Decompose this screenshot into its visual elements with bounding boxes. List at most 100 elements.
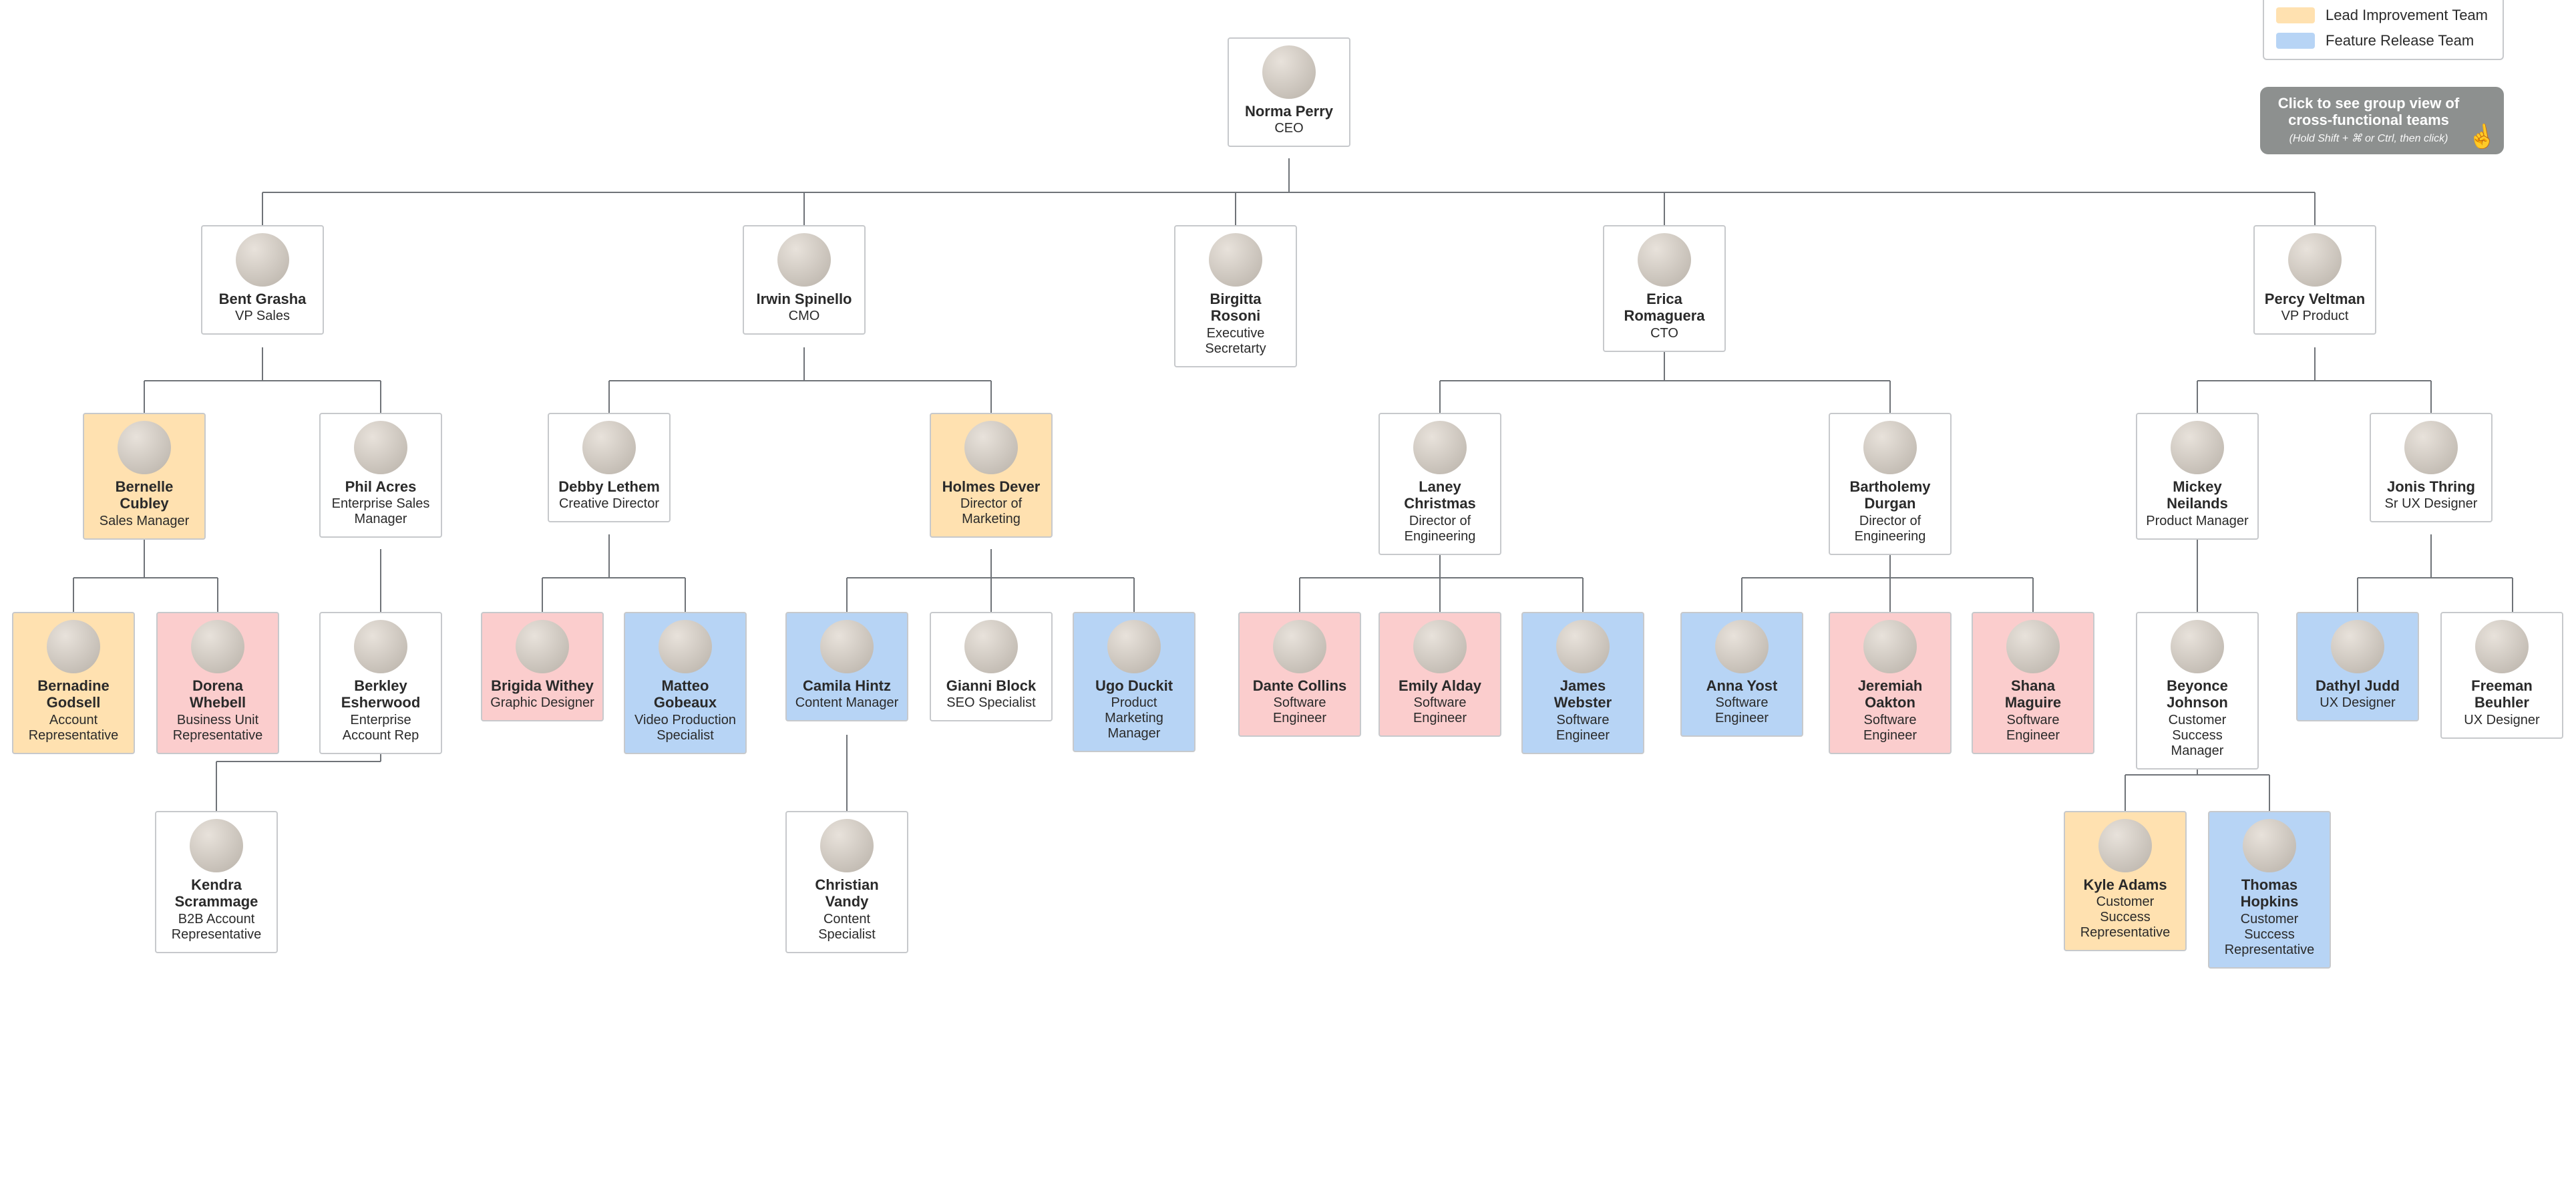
node-ux-dathyl[interactable]: Dathyl Judd UX Designer bbox=[2296, 612, 2419, 721]
avatar bbox=[354, 421, 407, 474]
node-content-manager[interactable]: Camila Hintz Content Manager bbox=[785, 612, 908, 721]
node-csr-thomas[interactable]: Thomas Hopkins Customer Success Represen… bbox=[2208, 811, 2331, 969]
person-title: Director of Engineering bbox=[1388, 514, 1492, 544]
group-view-button[interactable]: Click to see group view of cross-functio… bbox=[2260, 87, 2504, 154]
node-graphic-designer[interactable]: Brigida Withey Graphic Designer bbox=[481, 612, 604, 721]
legend: Lead Improvement Team Feature Release Te… bbox=[2263, 0, 2504, 60]
person-name: Mickey Neilands bbox=[2145, 478, 2249, 512]
person-title: Graphic Designer bbox=[490, 695, 594, 711]
node-swe-emily[interactable]: Emily Alday Software Engineer bbox=[1378, 612, 1501, 737]
avatar bbox=[1863, 421, 1917, 474]
person-title: Enterprise Account Rep bbox=[329, 713, 433, 743]
person-name: Percy Veltman bbox=[2265, 291, 2365, 307]
person-name: Matteo Gobeaux bbox=[633, 677, 737, 711]
avatar bbox=[2098, 819, 2152, 872]
node-content-specialist[interactable]: Christian Vandy Content Specialist bbox=[785, 811, 908, 953]
person-title: Executive Secretarty bbox=[1183, 326, 1288, 357]
avatar bbox=[582, 421, 636, 474]
node-vp-sales[interactable]: Bent Grasha VP Sales bbox=[201, 225, 324, 335]
avatar bbox=[820, 819, 874, 872]
node-swe-james[interactable]: James Webster Software Engineer bbox=[1521, 612, 1644, 754]
person-name: Shana Maguire bbox=[1981, 677, 2085, 711]
legend-label-feature: Feature Release Team bbox=[2326, 32, 2474, 49]
node-swe-dante[interactable]: Dante Collins Software Engineer bbox=[1238, 612, 1361, 737]
avatar bbox=[964, 421, 1018, 474]
avatar bbox=[354, 620, 407, 673]
node-exec-secretary[interactable]: Birgitta Rosoni Executive Secretarty bbox=[1174, 225, 1297, 367]
person-title: Product Marketing Manager bbox=[1082, 695, 1186, 741]
node-video-production[interactable]: Matteo Gobeaux Video Production Speciali… bbox=[624, 612, 747, 754]
node-director-engineering-1[interactable]: Laney Christmas Director of Engineering bbox=[1378, 413, 1501, 555]
avatar bbox=[2243, 819, 2296, 872]
person-name: Norma Perry bbox=[1245, 103, 1333, 120]
person-title: SEO Specialist bbox=[946, 695, 1035, 711]
avatar bbox=[777, 233, 831, 287]
node-director-marketing[interactable]: Holmes Dever Director of Marketing bbox=[930, 413, 1053, 538]
avatar bbox=[190, 819, 243, 872]
person-name: Berkley Esherwood bbox=[329, 677, 433, 711]
person-title: UX Designer bbox=[2464, 713, 2539, 728]
node-csr-kyle[interactable]: Kyle Adams Customer Success Representati… bbox=[2064, 811, 2187, 951]
node-sr-ux-designer[interactable]: Jonis Thring Sr UX Designer bbox=[2370, 413, 2493, 522]
avatar bbox=[1273, 620, 1326, 673]
node-director-engineering-2[interactable]: Bartholemy Durgan Director of Engineerin… bbox=[1829, 413, 1952, 555]
node-ceo[interactable]: Norma Perry CEO bbox=[1228, 37, 1350, 147]
node-swe-jeremiah[interactable]: Jeremiah Oakton Software Engineer bbox=[1829, 612, 1952, 754]
node-pmm[interactable]: Ugo Duckit Product Marketing Manager bbox=[1073, 612, 1195, 752]
person-name: Ugo Duckit bbox=[1095, 677, 1173, 694]
person-title: Enterprise Sales Manager bbox=[329, 496, 433, 527]
person-name: Holmes Dever bbox=[942, 478, 1041, 495]
person-name: Laney Christmas bbox=[1388, 478, 1492, 512]
person-name: Phil Acres bbox=[345, 478, 417, 495]
person-title: Video Production Specialist bbox=[633, 713, 737, 743]
person-title: UX Designer bbox=[2320, 695, 2395, 711]
avatar bbox=[964, 620, 1018, 673]
legend-swatch-feature bbox=[2276, 33, 2315, 49]
node-product-manager[interactable]: Mickey Neilands Product Manager bbox=[2136, 413, 2259, 540]
node-vp-product[interactable]: Percy Veltman VP Product bbox=[2253, 225, 2376, 335]
person-name: Camila Hintz bbox=[803, 677, 891, 694]
node-ux-freeman[interactable]: Freeman Beuhler UX Designer bbox=[2440, 612, 2563, 739]
org-chart-canvas[interactable]: Norma Perry CEO Bent Grasha VP Sales Irw… bbox=[0, 0, 2576, 1183]
node-swe-shana[interactable]: Shana Maguire Software Engineer bbox=[1972, 612, 2094, 754]
person-title: Content Manager bbox=[795, 695, 899, 711]
node-seo-specialist[interactable]: Gianni Block SEO Specialist bbox=[930, 612, 1053, 721]
node-sales-manager[interactable]: Bernelle Cubley Sales Manager bbox=[83, 413, 206, 540]
person-name: Thomas Hopkins bbox=[2217, 876, 2322, 910]
node-creative-director[interactable]: Debby Lethem Creative Director bbox=[548, 413, 671, 522]
avatar bbox=[2475, 620, 2529, 673]
person-name: Dante Collins bbox=[1253, 677, 1347, 694]
person-name: Dathyl Judd bbox=[2316, 677, 2400, 694]
person-title: Content Specialist bbox=[795, 912, 899, 943]
person-title: Creative Director bbox=[559, 496, 659, 512]
person-name: Anna Yost bbox=[1706, 677, 1778, 694]
legend-label-lead: Lead Improvement Team bbox=[2326, 7, 2488, 24]
avatar bbox=[1715, 620, 1769, 673]
node-swe-anna[interactable]: Anna Yost Software Engineer bbox=[1680, 612, 1803, 737]
avatar bbox=[47, 620, 100, 673]
person-title: Software Engineer bbox=[1690, 695, 1794, 726]
node-cto[interactable]: Erica Romaguera CTO bbox=[1603, 225, 1726, 352]
node-b2b-rep[interactable]: Kendra Scrammage B2B Account Representat… bbox=[155, 811, 278, 953]
person-name: Bent Grasha bbox=[219, 291, 307, 307]
person-title: Director of Engineering bbox=[1838, 514, 1942, 544]
person-name: Dorena Whebell bbox=[166, 677, 270, 711]
node-enterprise-sales-manager[interactable]: Phil Acres Enterprise Sales Manager bbox=[319, 413, 442, 538]
node-enterprise-account-rep[interactable]: Berkley Esherwood Enterprise Account Rep bbox=[319, 612, 442, 754]
avatar bbox=[1262, 45, 1316, 99]
node-csm[interactable]: Beyonce Johnson Customer Success Manager bbox=[2136, 612, 2259, 770]
person-title: Account Representative bbox=[21, 713, 126, 743]
avatar bbox=[659, 620, 712, 673]
person-name: Emily Alday bbox=[1399, 677, 1481, 694]
avatar bbox=[118, 421, 171, 474]
avatar bbox=[1863, 620, 1917, 673]
node-bu-rep[interactable]: Dorena Whebell Business Unit Representat… bbox=[156, 612, 279, 754]
legend-swatch-lead bbox=[2276, 7, 2315, 23]
node-cmo[interactable]: Irwin Spinello CMO bbox=[743, 225, 866, 335]
person-title: Software Engineer bbox=[1388, 695, 1492, 726]
person-name: James Webster bbox=[1531, 677, 1635, 711]
person-name: Birgitta Rosoni bbox=[1183, 291, 1288, 325]
avatar bbox=[1413, 421, 1467, 474]
node-account-rep[interactable]: Bernadine Godsell Account Representative bbox=[12, 612, 135, 754]
pointer-icon: ☝ bbox=[2466, 121, 2499, 152]
